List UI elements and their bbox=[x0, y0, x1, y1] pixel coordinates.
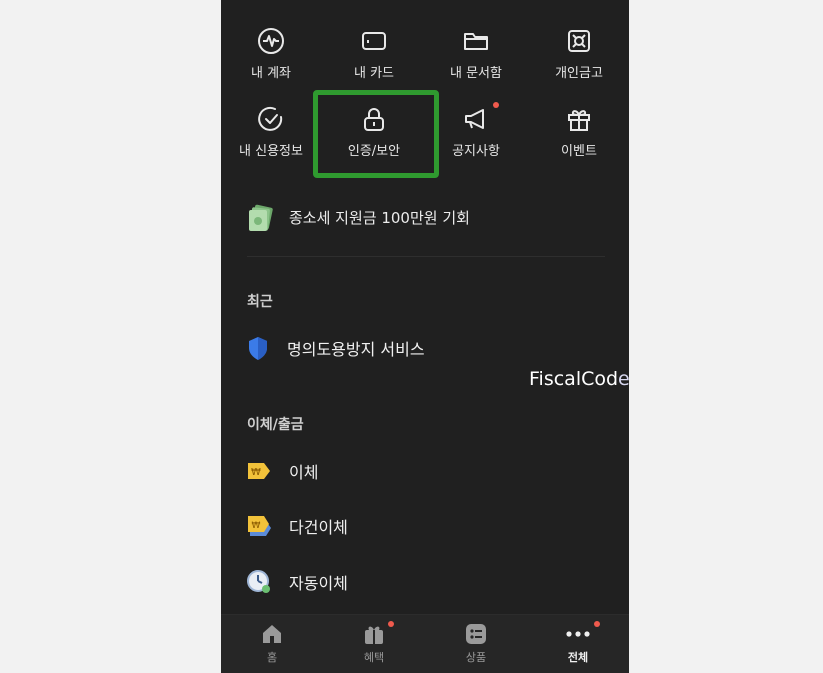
menu-label: 내 계좌 bbox=[250, 66, 291, 81]
promo-banner[interactable]: 종소세 지원금 100만원 기회 bbox=[247, 200, 470, 234]
list-item-label: 자동이체 bbox=[289, 574, 348, 593]
menu-notices[interactable]: 공지사항 bbox=[426, 102, 526, 159]
safe-icon bbox=[568, 30, 590, 52]
nav-benefits[interactable]: 혜택 bbox=[323, 621, 425, 665]
menu-my-account[interactable]: 내 계좌 bbox=[221, 26, 321, 81]
menu-my-credit-info[interactable]: 내 신용정보 bbox=[221, 104, 321, 159]
list-box-icon bbox=[466, 624, 486, 644]
new-badge bbox=[388, 621, 394, 627]
watermark-text-faded: e bbox=[618, 368, 630, 390]
won-tags-icon: ₩ bbox=[248, 516, 271, 536]
menu-label: 내 카드 bbox=[353, 66, 394, 81]
menu-my-documents[interactable]: 내 문서함 bbox=[426, 26, 526, 81]
menu-label: 내 신용정보 bbox=[239, 144, 303, 159]
list-item-label: 다건이체 bbox=[289, 518, 348, 537]
nav-label: 혜택 bbox=[363, 651, 385, 664]
list-item-transfer[interactable]: ₩ 이체 bbox=[247, 456, 318, 486]
menu-label: 공지사항 bbox=[452, 144, 500, 159]
nav-label: 홈 bbox=[266, 651, 278, 664]
svg-text:₩: ₩ bbox=[252, 521, 261, 531]
menu-events[interactable]: 이벤트 bbox=[529, 104, 629, 159]
more-dots-icon bbox=[566, 631, 590, 637]
gift-box-icon bbox=[365, 626, 383, 644]
menu-label: 내 문서함 bbox=[450, 66, 502, 81]
list-item-label: 명의도용방지 서비스 bbox=[287, 340, 425, 359]
folder-icon bbox=[464, 33, 488, 50]
phone-screen: 내 계좌 내 카드 내 문서함 개인금고 내 신용정보 인증/보안 공지사항 이… bbox=[221, 0, 629, 673]
watermark-text: FiscalCod bbox=[529, 368, 619, 390]
list-item-label: 이체 bbox=[289, 463, 319, 482]
section-title-transfer: 이체/출금 bbox=[247, 417, 304, 433]
check-circle-icon bbox=[258, 106, 283, 131]
list-item-auto-transfer[interactable]: 자동이체 bbox=[247, 567, 348, 597]
new-badge bbox=[493, 102, 499, 108]
won-tag-icon: ₩ bbox=[248, 463, 270, 479]
money-stack-icon bbox=[249, 204, 273, 231]
nav-products[interactable]: 상품 bbox=[425, 623, 527, 665]
new-badge bbox=[594, 621, 600, 627]
section-title-recent: 최근 bbox=[247, 294, 273, 310]
home-icon bbox=[263, 625, 281, 643]
bottom-nav: 홈 혜택 상품 전체 bbox=[221, 614, 629, 673]
watermark: FiscalCode bbox=[529, 368, 630, 390]
menu-my-card[interactable]: 내 카드 bbox=[324, 26, 424, 81]
shield-icon bbox=[249, 337, 267, 360]
svg-text:₩: ₩ bbox=[251, 467, 261, 478]
gift-icon bbox=[568, 110, 590, 131]
nav-home[interactable]: 홈 bbox=[221, 623, 323, 665]
pulse-circle-icon bbox=[258, 28, 284, 54]
clock-icon bbox=[247, 570, 270, 593]
nav-label: 전체 bbox=[567, 651, 589, 664]
menu-label: 개인금고 bbox=[555, 66, 603, 81]
card-icon bbox=[362, 32, 386, 50]
megaphone-icon bbox=[465, 109, 484, 129]
list-item-multi-transfer[interactable]: ₩ 다건이체 bbox=[247, 511, 348, 541]
menu-label: 이벤트 bbox=[561, 144, 597, 159]
nav-all[interactable]: 전체 bbox=[527, 621, 629, 665]
highlight-box bbox=[313, 90, 439, 178]
divider bbox=[247, 256, 605, 257]
nav-label: 상품 bbox=[465, 651, 487, 664]
menu-personal-safe[interactable]: 개인금고 bbox=[529, 26, 629, 81]
list-item-identity-theft[interactable]: 명의도용방지 서비스 bbox=[247, 333, 425, 363]
promo-text: 종소세 지원금 100만원 기회 bbox=[289, 208, 470, 227]
